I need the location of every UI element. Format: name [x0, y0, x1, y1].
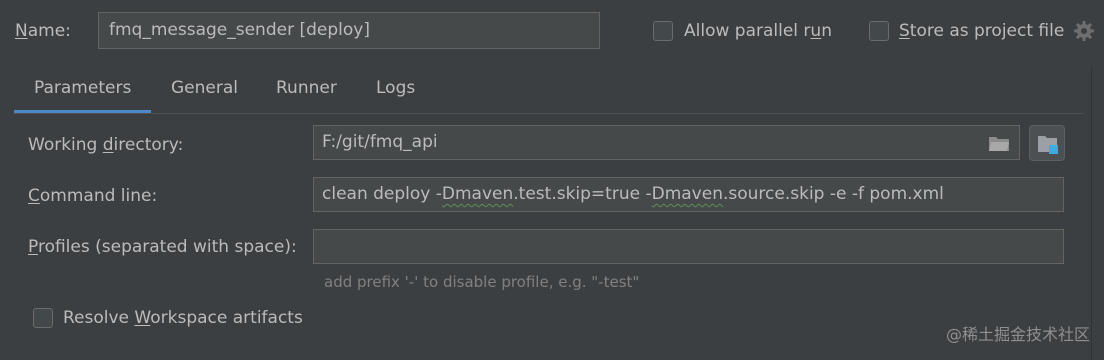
- resolve-workspace-label[interactable]: Resolve Workspace artifacts: [63, 308, 303, 328]
- profiles-input[interactable]: [313, 229, 1064, 264]
- watermark: @稀土掘金技术社区: [945, 325, 1090, 344]
- command-part: clean deploy -: [322, 184, 442, 204]
- working-directory-input[interactable]: F:/git/fmq_api: [313, 125, 1020, 160]
- gear-icon[interactable]: [1072, 19, 1096, 43]
- tab-logs[interactable]: Logs: [376, 77, 415, 113]
- browse-folder-button[interactable]: [1029, 125, 1065, 161]
- open-folder-icon: [1038, 136, 1058, 154]
- allow-parallel-run-label[interactable]: Allow parallel run: [684, 21, 832, 41]
- allow-parallel-run-checkbox[interactable]: [653, 21, 673, 41]
- working-directory-label: Working directory:: [28, 135, 184, 155]
- tab-general[interactable]: General: [171, 77, 238, 113]
- store-as-project-file-label[interactable]: Store as project file: [899, 21, 1064, 41]
- store-as-project-file-checkbox[interactable]: [869, 21, 889, 41]
- name-input[interactable]: fmq_message_sender [deploy]: [98, 12, 600, 49]
- folder-icon[interactable]: [988, 134, 1010, 152]
- vertical-scrollbar[interactable]: [1091, 68, 1104, 360]
- tab-runner[interactable]: Runner: [276, 77, 337, 113]
- profiles-label: Profiles (separated with space):: [28, 237, 297, 257]
- command-part: .source.skip -e -f pom.xml: [722, 184, 944, 204]
- command-line-input[interactable]: clean deploy -Dmaven.test.skip=true -Dma…: [313, 177, 1064, 212]
- command-part: .test.skip=true -: [513, 184, 652, 204]
- command-part-spellcheck: Dmaven: [651, 184, 723, 204]
- command-part-spellcheck: Dmaven: [441, 184, 514, 204]
- resolve-workspace-checkbox[interactable]: [33, 308, 53, 328]
- command-line-label: Command line:: [28, 186, 158, 206]
- tab-parameters[interactable]: Parameters: [14, 77, 151, 113]
- name-label: Name:: [15, 21, 71, 41]
- profiles-hint: add prefix '-' to disable profile, e.g. …: [324, 273, 640, 291]
